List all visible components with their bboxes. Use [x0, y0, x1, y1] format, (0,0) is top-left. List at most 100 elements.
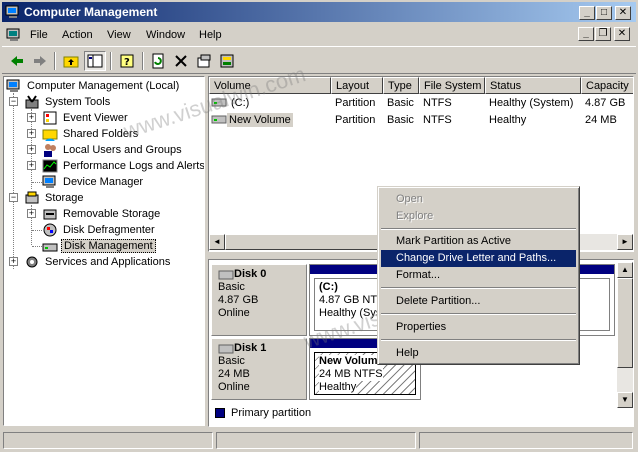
- storage-icon: [25, 191, 39, 204]
- disk-0-info[interactable]: Disk 0 Basic 4.87 GB Online: [211, 264, 307, 336]
- scroll-right-button[interactable]: ►: [617, 234, 633, 250]
- expand-removable-storage-toggle[interactable]: +: [27, 209, 36, 218]
- column-header-type[interactable]: Type: [383, 77, 419, 94]
- scroll-down-button[interactable]: ▼: [617, 392, 633, 408]
- column-header-layout[interactable]: Layout: [331, 77, 383, 94]
- expand-services-toggle[interactable]: +: [9, 257, 18, 266]
- table-row[interactable]: New Volume Partition Basic NTFS Healthy …: [209, 112, 633, 128]
- disk-state: Online: [218, 307, 250, 319]
- partition-label: New Volume: [319, 355, 384, 368]
- menu-item-properties[interactable]: Properties: [381, 319, 576, 336]
- tree-item-disk-defragmenter[interactable]: Disk Defragmenter: [42, 222, 157, 238]
- tree-item-event-viewer[interactable]: Event Viewer: [42, 110, 130, 126]
- menu-item-help[interactable]: Help: [381, 345, 576, 362]
- menu-item-explore[interactable]: Explore: [381, 208, 576, 225]
- forward-icon: [34, 56, 46, 66]
- column-header-capacity[interactable]: Capacity: [581, 77, 633, 94]
- table-row[interactable]: (C:) Partition Basic NTFS Healthy (Syste…: [209, 95, 633, 111]
- title-bar[interactable]: Computer Management _ □ ✕: [2, 2, 636, 22]
- menu-file[interactable]: File: [30, 29, 48, 41]
- toolbar: ?: [2, 46, 636, 74]
- vertical-scrollbar[interactable]: ▲ ▼: [617, 262, 633, 408]
- tree-label: Disk Management: [61, 239, 156, 253]
- drive-icon: [211, 115, 227, 124]
- scroll-up-button[interactable]: ▲: [617, 262, 633, 278]
- help-button[interactable]: ?: [116, 51, 138, 71]
- tree-connector: [32, 230, 42, 231]
- computer-management-icon: [5, 5, 19, 18]
- menu-window[interactable]: Window: [146, 29, 185, 41]
- tree-item-device-manager[interactable]: Device Manager: [42, 174, 145, 190]
- cell-file-system: NTFS: [423, 97, 452, 109]
- shared-folder-icon: [42, 129, 58, 141]
- scroll-thumb[interactable]: [617, 278, 633, 368]
- tree-item-shared-folders[interactable]: Shared Folders: [42, 126, 140, 142]
- export-list-button[interactable]: [216, 51, 238, 71]
- menu-item-delete-partition[interactable]: Delete Partition...: [381, 293, 576, 310]
- expand-event-viewer-toggle[interactable]: +: [27, 113, 36, 122]
- menu-view[interactable]: View: [107, 29, 131, 41]
- tree-item-services-and-applications[interactable]: Services and Applications: [24, 254, 172, 270]
- export-icon: [220, 54, 234, 68]
- console-icon[interactable]: [6, 27, 22, 43]
- refresh-button[interactable]: [147, 51, 169, 71]
- cell-type: Basic: [387, 114, 414, 126]
- menu-bar: File Action View Window Help: [2, 24, 636, 46]
- expand-local-users-toggle[interactable]: +: [27, 145, 36, 154]
- back-icon: [11, 56, 23, 66]
- menu-item-change-drive-letter[interactable]: Change Drive Letter and Paths...: [381, 250, 576, 267]
- collapse-storage-toggle[interactable]: −: [9, 193, 18, 202]
- tree-label: Local Users and Groups: [63, 144, 182, 156]
- disk-1-info[interactable]: Disk 1 Basic 24 MB Online: [211, 338, 307, 400]
- menu-action[interactable]: Action: [62, 29, 93, 41]
- tree-label: Removable Storage: [63, 208, 161, 220]
- scroll-left-button[interactable]: ◄: [209, 234, 225, 250]
- disk-management-icon: [42, 243, 58, 252]
- column-header-status[interactable]: Status: [485, 77, 581, 94]
- up-one-level-button[interactable]: [60, 51, 82, 71]
- disk-size: 4.87 GB: [218, 294, 259, 306]
- tree-item-removable-storage[interactable]: Removable Storage: [42, 206, 162, 222]
- collapse-system-tools-toggle[interactable]: −: [9, 97, 18, 106]
- tree-item-disk-management[interactable]: Disk Management: [42, 238, 156, 254]
- tree-item-performance-logs[interactable]: Performance Logs and Alerts: [42, 158, 205, 174]
- status-pane: [3, 432, 213, 449]
- tree-label: Services and Applications: [45, 256, 171, 268]
- menu-help[interactable]: Help: [199, 29, 222, 41]
- column-header-file-system[interactable]: File System: [419, 77, 485, 94]
- show-hide-tree-button[interactable]: [84, 51, 106, 71]
- properties-button[interactable]: [193, 51, 215, 71]
- back-button[interactable]: [6, 51, 28, 71]
- maximize-button[interactable]: □: [596, 6, 612, 20]
- tree-label: System Tools: [45, 96, 111, 108]
- close-button[interactable]: ✕: [615, 6, 631, 20]
- context-menu: Open Explore Mark Partition as Active Ch…: [377, 186, 580, 365]
- tree-item-local-users[interactable]: Local Users and Groups: [42, 142, 184, 158]
- drive-icon: [211, 98, 227, 107]
- disk-name: Disk 0: [234, 268, 267, 280]
- tree-item-storage[interactable]: Storage: [24, 190, 86, 206]
- disk-size: 24 MB: [218, 368, 250, 380]
- tree-connector: [32, 246, 42, 247]
- services-icon: [26, 256, 38, 268]
- tree-label: Performance Logs and Alerts: [63, 160, 205, 172]
- legend-label: Primary partition: [231, 407, 312, 419]
- mdi-close-button[interactable]: ✕: [614, 27, 630, 41]
- mdi-minimize-button[interactable]: _: [578, 27, 594, 41]
- expand-performance-logs-toggle[interactable]: +: [27, 161, 36, 170]
- menu-item-format[interactable]: Format...: [381, 267, 576, 284]
- status-bar: [2, 430, 636, 450]
- tree-item-computer-management[interactable]: Computer Management (Local): [6, 78, 181, 94]
- tree-item-system-tools[interactable]: System Tools: [24, 94, 112, 110]
- menu-item-mark-active[interactable]: Mark Partition as Active: [381, 233, 576, 250]
- cell-file-system: NTFS: [423, 114, 452, 126]
- delete-icon: [175, 55, 187, 67]
- users-icon: [44, 144, 56, 157]
- forward-button[interactable]: [29, 51, 51, 71]
- expand-shared-folders-toggle[interactable]: +: [27, 129, 36, 138]
- column-header-volume[interactable]: Volume: [209, 77, 331, 94]
- minimize-button[interactable]: _: [579, 6, 595, 20]
- menu-item-open[interactable]: Open: [381, 191, 576, 208]
- delete-button[interactable]: [170, 51, 192, 71]
- mdi-restore-button[interactable]: ❐: [595, 27, 611, 41]
